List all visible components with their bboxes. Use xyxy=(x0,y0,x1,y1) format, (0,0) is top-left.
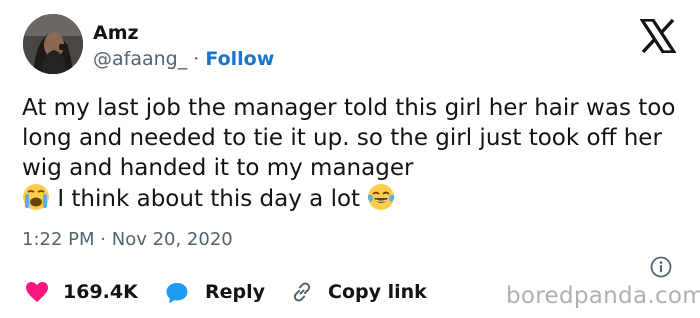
like-button[interactable]: 169.4K xyxy=(25,280,145,304)
meta-separator: · xyxy=(100,229,106,250)
avatar-image xyxy=(23,14,83,74)
tweet-time: 1:22 PM xyxy=(22,229,95,250)
x-logo-icon[interactable] xyxy=(640,19,676,53)
reply-button[interactable]: Reply xyxy=(165,280,275,304)
follow-button[interactable]: Follow xyxy=(205,48,274,70)
link-icon xyxy=(293,282,311,302)
reply-label: Reply xyxy=(205,281,266,303)
handle-row: @afaang_ · Follow xyxy=(93,47,274,71)
heart-icon xyxy=(26,282,48,302)
tweet-text-main: At my last job the manager told this gir… xyxy=(22,95,676,181)
watermark-boredpanda: boredpanda.com xyxy=(506,283,700,309)
loudly-crying-face-icon xyxy=(23,184,49,210)
tweet-date: Nov 20, 2020 xyxy=(111,229,233,250)
face-with-tears-of-joy-icon xyxy=(368,184,395,210)
copy-link-button[interactable]: Copy link xyxy=(291,280,441,304)
copy-link-label: Copy link xyxy=(328,281,427,303)
author-name[interactable]: Amz xyxy=(93,21,139,45)
reply-bubble-icon xyxy=(166,283,188,304)
tweet-text-tail: I think about this day a lot xyxy=(57,186,361,212)
like-count: 169.4K xyxy=(63,281,138,303)
author-handle[interactable]: @afaang_ xyxy=(93,48,187,70)
separator-dot: · xyxy=(193,48,200,70)
tweet-text: At my last job the manager told this gir… xyxy=(22,93,692,214)
info-icon[interactable] xyxy=(650,256,672,278)
timestamp[interactable]: 1:22 PM · Nov 20, 2020 xyxy=(22,228,233,252)
avatar[interactable] xyxy=(23,14,83,74)
